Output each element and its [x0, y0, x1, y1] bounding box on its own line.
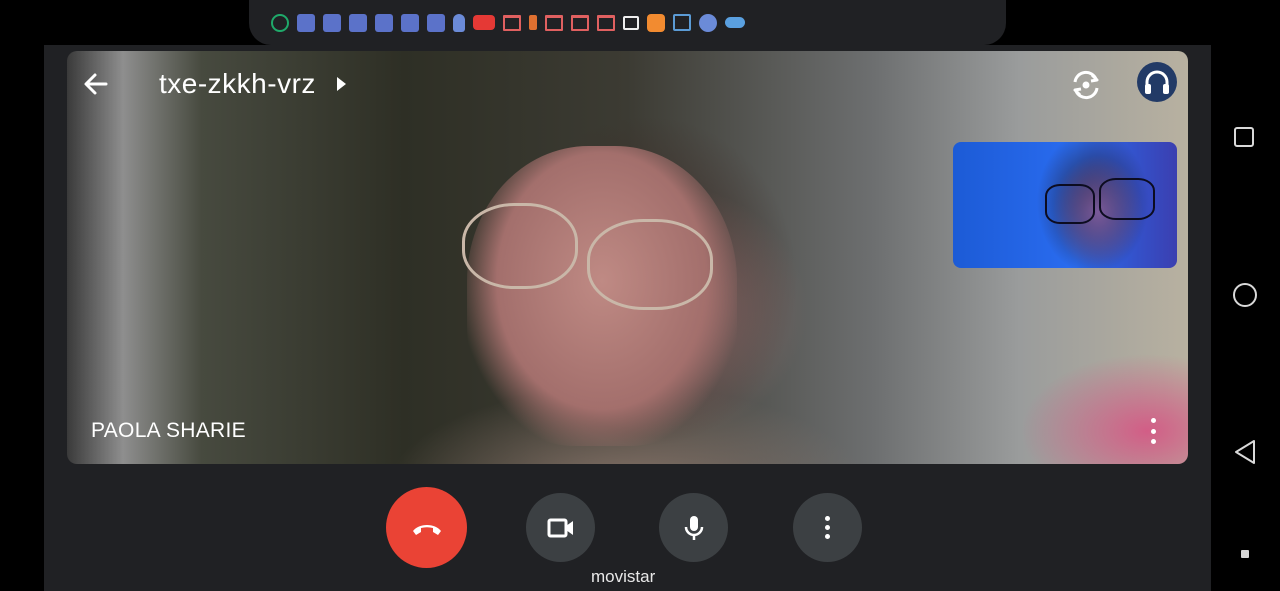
navigation-indicator-icon[interactable]	[1241, 550, 1249, 558]
meeting-code[interactable]: txe-zkkh-vrz	[159, 68, 316, 100]
gmail-icon	[545, 14, 563, 31]
touch-hand-icon	[453, 13, 465, 32]
participant-video-glasses	[587, 219, 713, 310]
facebook-icon	[349, 13, 367, 32]
more-dot-icon	[825, 534, 830, 539]
home-button[interactable]	[1233, 283, 1257, 307]
gallery-icon	[673, 14, 691, 31]
participant-video-glasses	[462, 203, 578, 289]
facebook-icon	[323, 13, 341, 32]
youtube-icon	[473, 15, 495, 30]
self-view-glasses	[1045, 184, 1095, 224]
more-dot-icon	[1150, 418, 1156, 423]
more-dot-icon	[825, 516, 830, 521]
self-view-glasses	[1099, 178, 1155, 220]
participant-name-label: PAOLA SHARIE	[91, 419, 246, 442]
whatsapp-business-icon	[271, 13, 289, 32]
facebook-icon	[427, 13, 445, 32]
camera-toggle-button[interactable]	[526, 493, 595, 562]
facebook-icon	[375, 13, 393, 32]
carrier-label: movistar	[591, 567, 656, 586]
gmail-icon	[597, 14, 615, 31]
battery-saver-icon	[529, 15, 537, 30]
microphone-toggle-button[interactable]	[659, 493, 728, 562]
phone-hangup-icon	[412, 524, 441, 535]
video-camera-icon	[547, 518, 573, 537]
video-camera-icon	[623, 15, 639, 30]
cloud-icon	[725, 17, 745, 28]
headphones-icon	[1145, 70, 1169, 94]
more-dot-icon	[825, 525, 830, 530]
back-arrow-icon	[84, 73, 108, 95]
meeting-details-arrow-icon[interactable]	[337, 77, 346, 91]
more-dot-icon	[1150, 439, 1156, 444]
call-header: txe-zkkh-vrz	[67, 51, 1188, 117]
more-dot-icon	[1150, 428, 1156, 434]
back-button[interactable]	[81, 69, 111, 99]
triangle-back-icon	[1235, 440, 1255, 464]
self-view-tile[interactable]	[953, 142, 1177, 268]
microphone-icon	[684, 515, 703, 540]
fan-icon	[699, 13, 717, 32]
facebook-icon	[297, 13, 315, 32]
recents-button[interactable]	[1234, 127, 1254, 147]
gmail-icon	[571, 14, 589, 31]
system-back-button[interactable]	[1233, 439, 1257, 470]
notification-bar	[249, 0, 1006, 45]
switch-camera-icon	[1073, 70, 1099, 100]
end-call-button[interactable]	[386, 487, 467, 568]
facebook-icon	[401, 13, 419, 32]
gmail-icon	[503, 14, 521, 31]
switch-camera-button[interactable]	[1070, 69, 1102, 101]
orange-app-icon	[647, 13, 665, 32]
audio-output-button[interactable]	[1137, 62, 1177, 102]
tile-more-options-button[interactable]	[1146, 418, 1160, 444]
more-options-button[interactable]	[793, 493, 862, 562]
